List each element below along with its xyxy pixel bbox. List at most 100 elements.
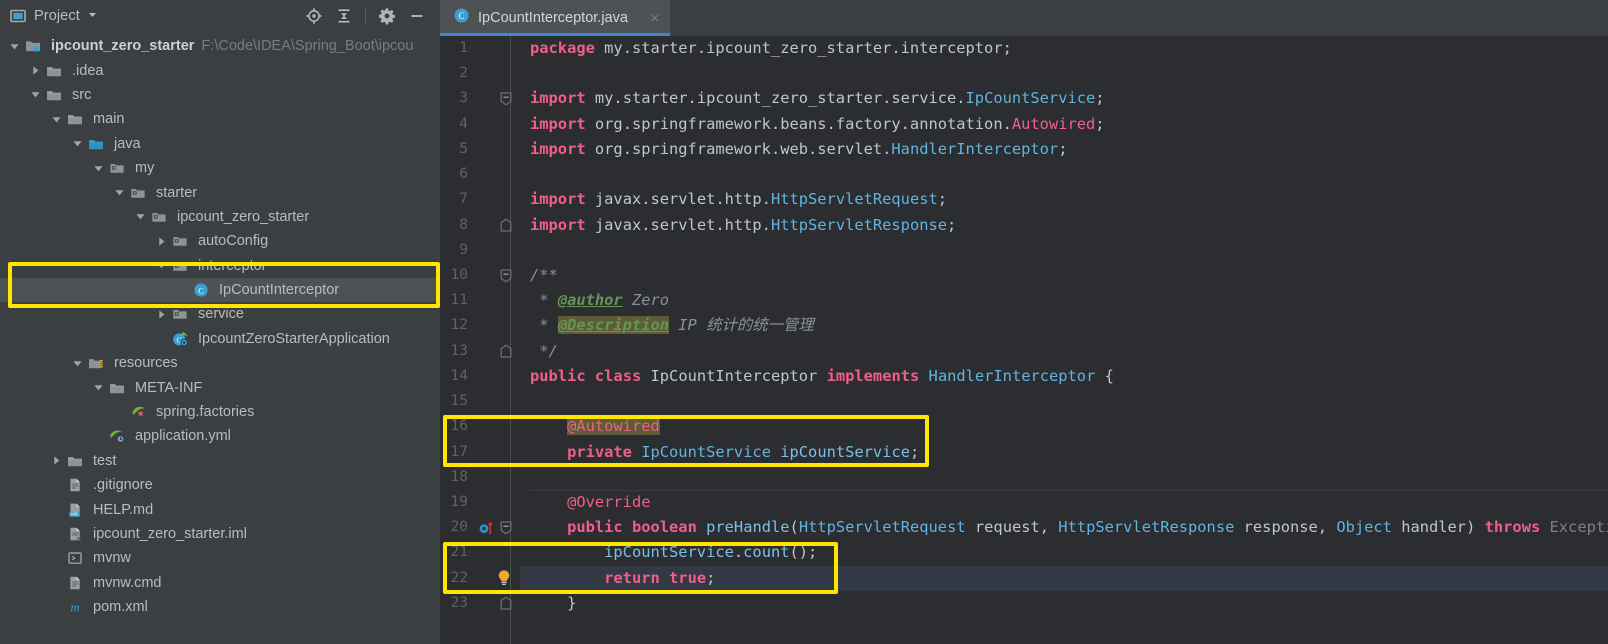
fold-end-icon[interactable] [500, 339, 512, 364]
tree-item-ipcountzerostarterapplication[interactable]: C IpcountZeroStarterApplication [0, 327, 440, 351]
tree-item-label: mvnw [93, 550, 131, 567]
script-file-icon [67, 550, 88, 566]
chevron-down-icon[interactable] [50, 113, 63, 126]
code-line[interactable] [520, 238, 1608, 263]
hide-window-icon[interactable] [408, 7, 426, 25]
code-line[interactable]: public boolean preHandle(HttpServletRequ… [520, 515, 1608, 540]
tree-item-ipcount-zero-starter[interactable]: ipcount_zero_starter F:\Code\IDEA\Spring_… [0, 34, 440, 58]
code-line[interactable]: return true; [520, 566, 1608, 591]
tree-item-interceptor[interactable]: interceptor [0, 254, 440, 278]
tree-item-idea[interactable]: .idea [0, 58, 440, 82]
fold-end-icon[interactable] [500, 213, 512, 238]
close-icon[interactable]: × [647, 9, 662, 28]
tree-item-spring-factories[interactable]: spring.factories [0, 400, 440, 424]
code-line[interactable]: @Autowired [520, 414, 1608, 439]
line-number: 5 [459, 140, 468, 157]
chevron-down-icon[interactable] [92, 162, 105, 175]
tree-item-src[interactable]: src [0, 83, 440, 107]
tree-item-my[interactable]: my [0, 156, 440, 180]
code-line[interactable]: @Override [520, 490, 1608, 515]
code-line[interactable] [520, 465, 1608, 490]
tree-item-meta-inf[interactable]: META-INF [0, 375, 440, 399]
code-editor[interactable]: 1 2 3 4 5 6 7 8 9 10 11 12 13 14 15 16 17 18 19 20 21 22 23 pa… [440, 36, 1608, 644]
tree-item-pom-xml[interactable]: m pom.xml [0, 595, 440, 619]
chevron-right-icon[interactable] [155, 235, 168, 248]
tree-item-label: ipcount_zero_starter [177, 208, 310, 225]
override-method-icon[interactable] [478, 515, 496, 540]
package-icon [172, 233, 193, 249]
tree-item-ipcountinterceptor[interactable]: C IpCountInterceptor [0, 277, 440, 303]
line-number: 2 [459, 65, 468, 82]
code-line[interactable]: import my.starter.ipcount_zero_starter.s… [520, 86, 1608, 111]
tree-item-autoconfig[interactable]: autoConfig [0, 229, 440, 253]
fold-end-icon[interactable] [500, 591, 512, 616]
tree-item-resources[interactable]: resources [0, 351, 440, 375]
code-line[interactable]: */ [520, 339, 1608, 364]
chevron-down-icon[interactable] [29, 88, 42, 101]
editor-tab-bar: C IpCountInterceptor.java × [440, 0, 1608, 36]
chevron-down-icon[interactable] [71, 137, 84, 150]
line-number: 19 [450, 493, 468, 510]
code-line[interactable] [520, 61, 1608, 86]
line-number: 18 [450, 468, 468, 485]
chevron-down-icon[interactable] [134, 210, 147, 223]
settings-gear-icon[interactable] [378, 7, 396, 25]
tree-item-label: ipcount_zero_starter.iml [93, 526, 247, 542]
tree-item-path: F:\Code\IDEA\Spring_Boot\ipcou [201, 38, 414, 55]
code-line[interactable] [520, 162, 1608, 187]
tree-item-application-yml[interactable]: application.yml [0, 424, 440, 448]
tree-item-starter[interactable]: starter [0, 180, 440, 204]
tree-item-label: .gitignore [93, 477, 153, 494]
tree-item-label: IpcountZeroStarterApplication [198, 330, 390, 347]
chevron-down-icon[interactable] [71, 357, 84, 370]
source-folder-icon [88, 136, 109, 152]
fold-collapse-icon[interactable] [500, 86, 512, 111]
chevron-down-icon[interactable] [92, 381, 105, 394]
code-line[interactable]: } [520, 591, 1608, 616]
file-icon [67, 477, 88, 493]
chevron-down-icon[interactable] [155, 259, 168, 272]
tree-item-ipcount-zero-starter-iml[interactable]: ipcount_zero_starter.iml [0, 522, 440, 546]
tree-item-service[interactable]: service [0, 302, 440, 326]
fold-collapse-icon[interactable] [500, 515, 512, 540]
project-tree[interactable]: ipcount_zero_starter F:\Code\IDEA\Spring_… [0, 32, 440, 644]
tree-item-test[interactable]: test [0, 449, 440, 473]
code-line[interactable] [520, 389, 1608, 414]
code-line[interactable]: * @author Zero [520, 288, 1608, 313]
code-line[interactable]: import javax.servlet.http.HttpServletReq… [520, 187, 1608, 212]
chevron-down-icon[interactable] [8, 40, 21, 53]
fold-collapse-icon[interactable] [500, 263, 512, 288]
chevron-right-icon[interactable] [29, 64, 42, 77]
tab-ipcountinterceptor-java[interactable]: C IpCountInterceptor.java × [440, 0, 670, 36]
code-line[interactable]: import org.springframework.beans.factory… [520, 112, 1608, 137]
code-line[interactable]: import org.springframework.web.servlet.H… [520, 137, 1608, 162]
line-number: 11 [450, 292, 468, 309]
code-line[interactable]: package my.starter.ipcount_zero_starter.… [520, 36, 1608, 61]
chevron-right-icon[interactable] [155, 308, 168, 321]
tree-item-gitignore[interactable]: .gitignore [0, 473, 440, 497]
module-folder-icon [25, 38, 46, 54]
editor-gutter[interactable]: 1 2 3 4 5 6 7 8 9 10 11 12 13 14 15 16 17 18 19 20 21 22 23 [440, 36, 520, 644]
code-line[interactable]: ipCountService.count(); [520, 540, 1608, 565]
chevron-down-icon[interactable] [87, 7, 98, 25]
locate-icon[interactable] [305, 7, 323, 25]
code-line[interactable]: * @Description IP 统计的统一管理 [520, 313, 1608, 338]
code-line[interactable]: public class IpCountInterceptor implemen… [520, 364, 1608, 389]
editor-text[interactable]: package my.starter.ipcount_zero_starter.… [520, 36, 1608, 644]
intention-bulb-icon[interactable] [496, 566, 512, 591]
tree-item-label: application.yml [135, 428, 231, 445]
package-icon [172, 258, 193, 274]
code-line[interactable]: import javax.servlet.http.HttpServletRes… [520, 213, 1608, 238]
chevron-right-icon[interactable] [50, 454, 63, 467]
code-line[interactable]: private IpCountService ipCountService; [520, 440, 1608, 465]
project-window-icon [9, 7, 27, 25]
tree-item-java[interactable]: java [0, 132, 440, 156]
tree-item-mvnw[interactable]: mvnw [0, 546, 440, 570]
chevron-down-icon[interactable] [113, 186, 126, 199]
tree-item-ipcount-zero-starter[interactable]: ipcount_zero_starter [0, 205, 440, 229]
tree-item-main[interactable]: main [0, 107, 440, 131]
code-line[interactable]: /** [520, 263, 1608, 288]
tree-item-help-md[interactable]: MD HELP.md [0, 497, 440, 521]
collapse-all-icon[interactable] [335, 7, 353, 25]
tree-item-mvnw-cmd[interactable]: mvnw.cmd [0, 571, 440, 595]
